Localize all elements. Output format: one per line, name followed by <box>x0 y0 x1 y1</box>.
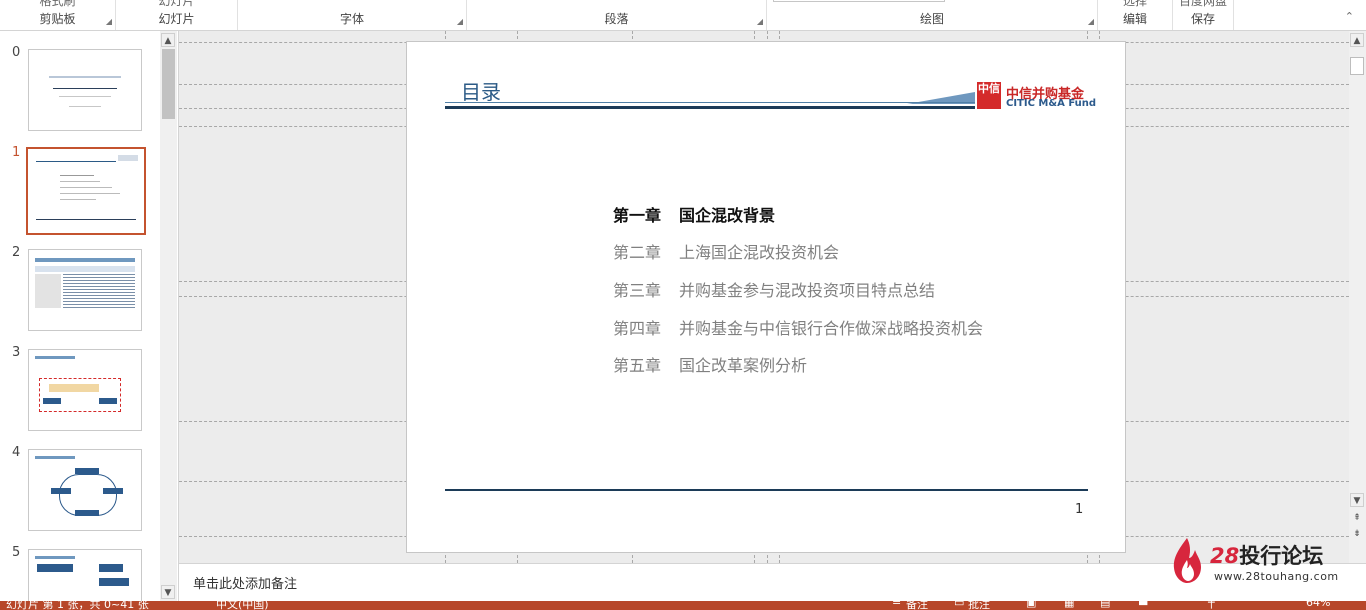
slide-title[interactable]: 目录 <box>461 76 501 105</box>
group-label-paragraph: 段落 <box>604 12 629 26</box>
slide-1[interactable]: 目录 中信 中信并购基金 CITIC M&A Fund 第一章 国企混改背景 第二… <box>406 41 1126 553</box>
thumbnail-scrollbar[interactable]: ▲ ▼ <box>160 31 177 601</box>
toc-text: 上海国企混改投资机会 <box>679 243 840 262</box>
notes-placeholder[interactable]: 单击此处添加备注 <box>193 573 297 592</box>
footer-rule <box>445 489 1088 491</box>
shape-gallery[interactable] <box>773 0 945 2</box>
zoom-slider[interactable]: ┼ <box>1208 601 1215 609</box>
comments-toggle-icon[interactable]: ▭ <box>954 601 964 609</box>
ribbon-group-drawing: 绘图 ◢ <box>767 0 1098 30</box>
watermark: 28投行论坛 www.28touhang.com <box>1170 536 1340 586</box>
collapse-ribbon-icon[interactable]: ⌃ <box>1345 10 1354 23</box>
toc-item-1[interactable]: 第一章 国企混改背景 <box>613 202 775 226</box>
slide-page-number: 1 <box>1075 502 1084 517</box>
slide-thumbnail-5[interactable] <box>28 549 142 602</box>
group-label-slides: 幻灯片 <box>158 12 195 26</box>
scroll-up-icon[interactable]: ▲ <box>161 33 175 47</box>
group-label-save: 保存 <box>1190 12 1215 26</box>
slide-thumbnail-2[interactable] <box>28 249 142 331</box>
scroll-thumb[interactable] <box>162 49 175 119</box>
thumbnail-number: 2 <box>12 245 21 260</box>
toc-text: 国企改革案例分析 <box>679 356 808 375</box>
slide-sorter-icon[interactable]: ▦ <box>1064 601 1074 609</box>
group-label-clipboard: 剪贴板 <box>39 12 76 26</box>
previous-slide-icon[interactable]: ⇞ <box>1350 511 1364 525</box>
next-slide-icon[interactable]: ⇟ <box>1350 527 1364 541</box>
normal-view-icon[interactable]: ▣ <box>1026 601 1036 609</box>
flame-logo-icon <box>1173 538 1201 583</box>
slide-thumbnail-4[interactable] <box>28 449 142 531</box>
toc-item-3[interactable]: 第三章 并购基金参与混改投资项目特点总结 <box>613 277 935 301</box>
slide-editing-canvas[interactable]: 目录 中信 中信并购基金 CITIC M&A Fund 第一章 国企混改背景 第二… <box>179 31 1349 563</box>
group-label-font: 字体 <box>339 12 364 26</box>
toc-text: 国企混改背景 <box>679 206 776 225</box>
watermark-brand: 28投行论坛 <box>1210 544 1324 568</box>
toc-item-2[interactable]: 第二章 上海国企混改投资机会 <box>613 239 839 263</box>
status-language[interactable]: 中文(中国) <box>216 601 269 610</box>
ribbon-group-slides: 幻灯片 幻灯片 <box>116 0 238 30</box>
ribbon-group-save: 百度网盘 保存 <box>1173 0 1234 30</box>
status-zoom-level[interactable]: 64% <box>1306 601 1330 609</box>
canvas-scrollbar[interactable]: ▲ ▼ ⇞ ⇟ <box>1349 31 1366 563</box>
toc-text: 并购基金参与混改投资项目特点总结 <box>679 281 936 300</box>
logo-english-name: CITIC M&A Fund <box>1006 98 1097 109</box>
scroll-down-icon[interactable]: ▼ <box>161 585 175 599</box>
scroll-up-icon[interactable]: ▲ <box>1350 33 1364 47</box>
status-notes-button[interactable]: 备注 <box>906 601 928 610</box>
select-label[interactable]: 选择 <box>1098 0 1172 9</box>
format-painter-label[interactable]: 格式刷 <box>0 0 115 9</box>
ribbon-group-paragraph: 段落 ◢ <box>467 0 767 30</box>
dialog-launcher-icon[interactable]: ◢ <box>457 17 463 26</box>
toc-text: 并购基金与中信银行合作做深战略投资机会 <box>679 319 984 338</box>
thumbnail-number: 3 <box>12 345 21 360</box>
ribbon: 格式刷 剪贴板 ◢ 幻灯片 幻灯片 字体 ◢ 段落 ◢ 绘图 ◢ 选择 编辑 百… <box>0 0 1366 31</box>
citic-logo-mark-icon: 中信 <box>977 82 1001 109</box>
toc-chapter: 第五章 <box>613 356 662 375</box>
title-underline-thin <box>445 102 975 103</box>
notes-toggle-icon[interactable]: ≙ <box>892 601 901 609</box>
new-slide-label[interactable]: 幻灯片 <box>116 0 237 9</box>
toc-chapter: 第二章 <box>613 243 662 262</box>
slide-thumbnail-0[interactable] <box>28 49 142 131</box>
toc-item-4[interactable]: 第四章 并购基金与中信银行合作做深战略投资机会 <box>613 315 983 339</box>
group-label-drawing: 绘图 <box>919 12 944 26</box>
thumbnail-number: 5 <box>12 545 21 560</box>
toc-chapter: 第三章 <box>613 281 662 300</box>
toc-item-5[interactable]: 第五章 国企改革案例分析 <box>613 352 807 376</box>
slide-thumbnail-1[interactable] <box>26 147 146 235</box>
slide-thumbnail-3[interactable] <box>28 349 142 431</box>
slideshow-icon[interactable]: ▬ <box>1138 601 1148 609</box>
dialog-launcher-icon[interactable]: ◢ <box>1088 17 1094 26</box>
citic-logo: 中信 中信并购基金 CITIC M&A Fund <box>977 82 1096 112</box>
title-underline <box>445 106 975 109</box>
dialog-launcher-icon[interactable]: ◢ <box>757 17 763 26</box>
watermark-url: www.28touhang.com <box>1214 570 1339 583</box>
thumbnail-number: 4 <box>12 445 21 460</box>
ribbon-group-clipboard: 格式刷 剪贴板 ◢ <box>0 0 116 30</box>
ribbon-group-font: 字体 ◢ <box>238 0 467 30</box>
status-slide-info: 幻灯片 第 1 张，共 0~41 张 <box>6 601 149 610</box>
toc-chapter: 第四章 <box>613 319 662 338</box>
group-label-editing: 编辑 <box>1122 12 1147 26</box>
scroll-thumb[interactable] <box>1350 57 1364 75</box>
slide-thumbnail-pane: 0 1 2 3 4 5 ▲ ▼ <box>0 31 179 602</box>
scroll-down-icon[interactable]: ▼ <box>1350 493 1364 507</box>
thumbnail-number: 1 <box>12 145 21 160</box>
toc-chapter: 第一章 <box>613 206 662 225</box>
status-bar: 幻灯片 第 1 张，共 0~41 张 中文(中国) ≙ 备注 ▭ 批注 ▣ ▦ … <box>0 601 1366 610</box>
reading-view-icon[interactable]: ▤ <box>1100 601 1110 609</box>
dialog-launcher-icon[interactable]: ◢ <box>106 17 112 26</box>
status-comments-button[interactable]: 批注 <box>968 601 990 610</box>
thumbnail-number: 0 <box>12 45 21 60</box>
baidu-pan-label[interactable]: 百度网盘 <box>1173 0 1233 9</box>
ribbon-group-editing: 选择 编辑 <box>1098 0 1173 30</box>
